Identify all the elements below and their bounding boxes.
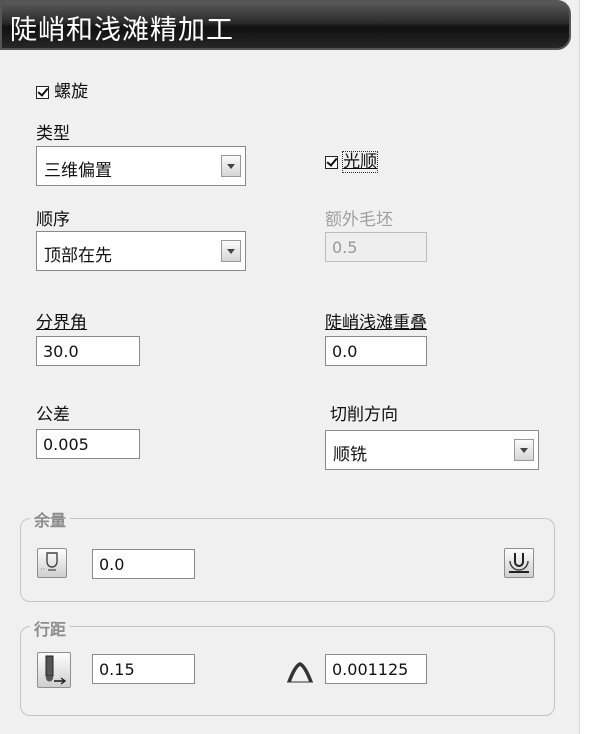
spiral-label: 螺旋 [54, 82, 89, 102]
spiral-checkbox-row[interactable]: 螺旋 [36, 77, 88, 102]
extra-stock-label: 额外毛坯 [325, 210, 393, 230]
allowance-group-title: 余量 [30, 507, 71, 531]
component-allowance-icon[interactable] [37, 548, 67, 578]
cut-direction-dropdown-arrow-icon[interactable] [514, 439, 534, 461]
tolerance-input[interactable]: 0.005 [36, 429, 140, 459]
title-bar: 陡峭和浅滩精加工 [0, 0, 571, 50]
tolerance-label: 公差 [36, 405, 70, 425]
order-select-value: 顶部在先 [44, 246, 112, 266]
type-select-value: 三维偏置 [44, 161, 112, 181]
extra-stock-input: 0.5 [325, 232, 427, 262]
overlap-label: 陡峭浅滩重叠 [325, 313, 427, 333]
spiral-checkbox[interactable] [36, 86, 49, 99]
allowance-options-icon[interactable] [504, 548, 534, 578]
order-label: 顺序 [36, 210, 70, 230]
type-dropdown-arrow-icon[interactable] [221, 155, 241, 177]
cusp-height-input[interactable]: 0.001125 [325, 654, 427, 684]
stepover-group-title: 行距 [30, 616, 71, 640]
cusp-height-icon [285, 660, 315, 690]
threshold-angle-input[interactable]: 30.0 [36, 336, 140, 366]
order-select[interactable]: 顶部在先 [36, 231, 246, 271]
allowance-input[interactable]: 0.0 [92, 549, 195, 579]
strategy-panel: 陡峭和浅滩精加工 螺旋 类型 三维偏置 光顺 顺序 顶部在先 额外毛坯 0.5 … [0, 0, 580, 734]
type-label: 类型 [36, 124, 70, 144]
type-select[interactable]: 三维偏置 [36, 146, 246, 186]
smooth-label: 光顺 [342, 151, 379, 173]
threshold-angle-label: 分界角 [36, 313, 87, 333]
cut-direction-select-value: 顺铣 [333, 445, 367, 465]
order-dropdown-arrow-icon[interactable] [221, 240, 241, 262]
stepover-input[interactable]: 0.15 [92, 654, 195, 684]
stepover-tool-icon[interactable] [37, 652, 71, 688]
smooth-checkbox-row[interactable]: 光顺 [325, 147, 379, 173]
overlap-input[interactable]: 0.0 [325, 336, 427, 366]
smooth-checkbox[interactable] [325, 156, 338, 169]
cut-direction-label: 切削方向 [330, 405, 398, 425]
page-title: 陡峭和浅滩精加工 [10, 15, 234, 46]
cut-direction-select[interactable]: 顺铣 [325, 430, 539, 470]
